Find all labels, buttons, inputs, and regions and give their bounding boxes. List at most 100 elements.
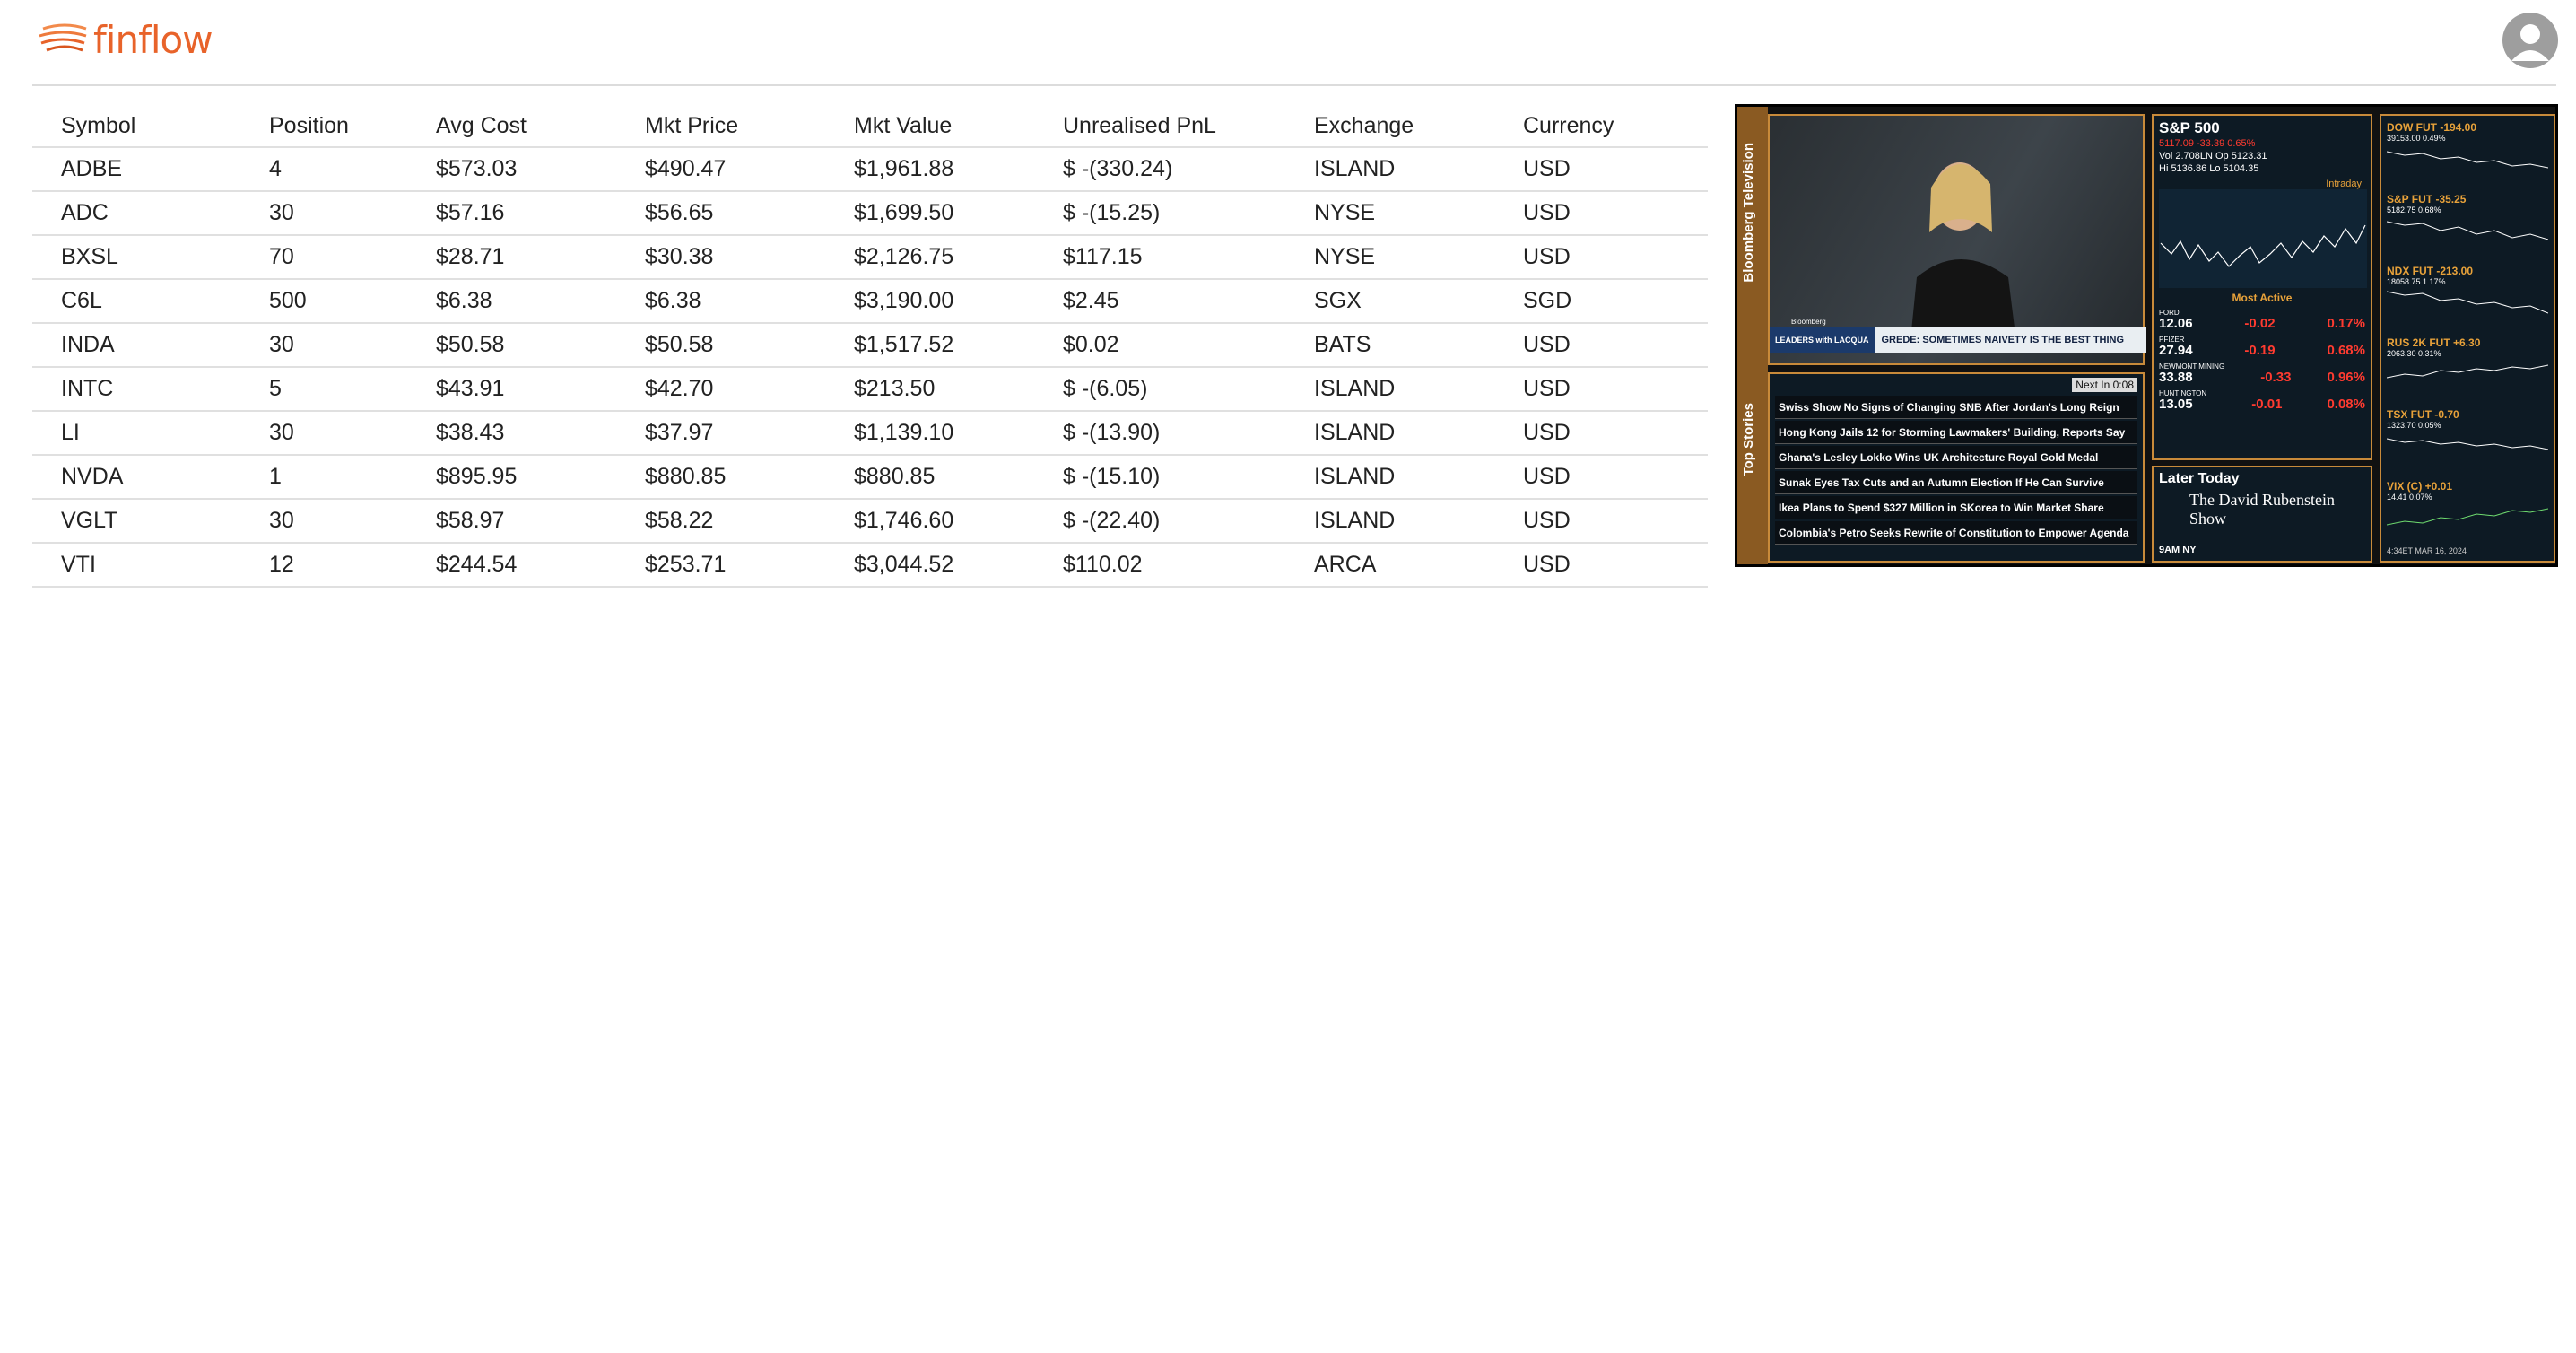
cell-exchange: ISLAND	[1285, 499, 1494, 544]
cell-avg-cost: $28.71	[407, 235, 616, 280]
table-header-row: Symbol Position Avg Cost Mkt Price Mkt V…	[32, 106, 1708, 148]
table-row[interactable]: VTI 12 $244.54 $253.71 $3,044.52 $110.02…	[32, 543, 1708, 588]
tv-stories-label: Top Stories	[1741, 403, 1756, 476]
cell-avg-cost: $58.97	[407, 499, 616, 544]
futures-item: NDX FUT -213.00 18058.75 1.17%	[2381, 259, 2554, 331]
cell-unrealised-pnl: $ -(15.10)	[1034, 455, 1285, 500]
cell-unrealised-pnl: $2.45	[1034, 279, 1285, 324]
cell-currency: USD	[1494, 455, 1708, 500]
cell-exchange: ISLAND	[1285, 367, 1494, 412]
cell-exchange: BATS	[1285, 323, 1494, 368]
most-active-row: PFIZER 27.94 -0.19 0.68%	[2154, 331, 2371, 358]
story-item: Hong Kong Jails 12 for Storming Lawmaker…	[1775, 421, 2137, 444]
cell-symbol: INTC	[32, 367, 240, 412]
column-header-position[interactable]: Position	[240, 106, 407, 148]
futures-value: 39153.00 0.49%	[2387, 134, 2446, 143]
user-avatar[interactable]	[2502, 13, 2558, 68]
cell-unrealised-pnl: $0.02	[1034, 323, 1285, 368]
cell-position: 500	[240, 279, 407, 324]
cell-currency: USD	[1494, 411, 1708, 456]
cell-symbol: C6L	[32, 279, 240, 324]
table-row[interactable]: ADBE 4 $573.03 $490.47 $1,961.88 $ -(330…	[32, 147, 1708, 192]
cell-symbol: ADBE	[32, 147, 240, 192]
column-header-exchange[interactable]: Exchange	[1285, 106, 1494, 148]
table-row[interactable]: BXSL 70 $28.71 $30.38 $2,126.75 $117.15 …	[32, 235, 1708, 280]
lower-third-brand: LEADERS with LACQUA	[1770, 327, 1875, 353]
cell-avg-cost: $43.91	[407, 367, 616, 412]
story-item: Ghana's Lesley Lokko Wins UK Architectur…	[1775, 446, 2137, 469]
futures-sparkline	[2386, 364, 2549, 379]
column-header-unrealised-pnl[interactable]: Unrealised PnL	[1034, 106, 1285, 148]
cell-mkt-price: $42.70	[616, 367, 825, 412]
futures-item: DOW FUT -194.00 39153.00 0.49%	[2381, 116, 2554, 188]
futures-value: 18058.75 1.17%	[2387, 277, 2446, 286]
cell-exchange: ISLAND	[1285, 455, 1494, 500]
column-header-mkt-value[interactable]: Mkt Value	[825, 106, 1034, 148]
next-in-timer: Next In 0:08	[2072, 378, 2137, 392]
finflow-logo[interactable]: finflow	[38, 14, 213, 65]
futures-sparkline	[2386, 221, 2549, 240]
table-row[interactable]: ADC 30 $57.16 $56.65 $1,699.50 $ -(15.25…	[32, 191, 1708, 236]
later-today-title: Later Today	[2159, 471, 2240, 486]
cell-mkt-price: $58.22	[616, 499, 825, 544]
most-active-title: Most Active	[2232, 292, 2293, 304]
active-pct: 0.68%	[2327, 343, 2365, 358]
cell-position: 30	[240, 191, 407, 236]
cell-symbol: VTI	[32, 543, 240, 588]
cell-mkt-value: $1,517.52	[825, 323, 1034, 368]
futures-value: 5182.75 0.68%	[2387, 205, 2441, 214]
table-row[interactable]: LI 30 $38.43 $37.97 $1,139.10 $ -(13.90)…	[32, 411, 1708, 456]
futures-item: S&P FUT -35.25 5182.75 0.68%	[2381, 188, 2554, 259]
header-divider	[32, 84, 2556, 86]
active-change: -0.19	[2244, 343, 2276, 358]
table-row[interactable]: INTC 5 $43.91 $42.70 $213.50 $ -(6.05) I…	[32, 367, 1708, 412]
cell-mkt-price: $880.85	[616, 455, 825, 500]
futures-item: VIX (C) +0.01 14.41 0.07%	[2381, 475, 2554, 546]
column-header-currency[interactable]: Currency	[1494, 106, 1708, 148]
lower-third-headline: GREDE: SOMETIMES NAIVETY IS THE BEST THI…	[1881, 335, 2125, 345]
column-header-mkt-price[interactable]: Mkt Price	[616, 106, 825, 148]
cell-mkt-price: $30.38	[616, 235, 825, 280]
cell-currency: USD	[1494, 543, 1708, 588]
most-active-row: FORD 12.06 -0.02 0.17%	[2154, 304, 2371, 331]
story-item: Swiss Show No Signs of Changing SNB Afte…	[1775, 396, 2137, 419]
cell-currency: USD	[1494, 235, 1708, 280]
column-header-symbol[interactable]: Symbol	[32, 106, 240, 148]
cell-mkt-value: $3,190.00	[825, 279, 1034, 324]
cell-exchange: ISLAND	[1285, 411, 1494, 456]
cell-currency: SGD	[1494, 279, 1708, 324]
futures-sparkline	[2386, 508, 2549, 526]
cell-symbol: ADC	[32, 191, 240, 236]
later-show-name: The David Rubenstein Show	[2189, 491, 2335, 528]
cell-mkt-price: $6.38	[616, 279, 825, 324]
story-item: Colombia's Petro Seeks Rewrite of Consti…	[1775, 521, 2137, 545]
cell-mkt-value: $2,126.75	[825, 235, 1034, 280]
futures-name: NDX FUT -213.00	[2387, 265, 2474, 277]
cell-mkt-price: $490.47	[616, 147, 825, 192]
cell-exchange: ISLAND	[1285, 147, 1494, 192]
sp500-panel: S&P 500 5117.09 -33.39 0.65% Vol 2.708LN…	[2152, 114, 2372, 460]
cell-currency: USD	[1494, 367, 1708, 412]
futures-name: VIX (C) +0.01	[2387, 480, 2453, 493]
cell-position: 5	[240, 367, 407, 412]
table-row[interactable]: NVDA 1 $895.95 $880.85 $880.85 $ -(15.10…	[32, 455, 1708, 500]
cell-position: 30	[240, 499, 407, 544]
cell-mkt-value: $1,746.60	[825, 499, 1034, 544]
cell-mkt-price: $50.58	[616, 323, 825, 368]
table-row[interactable]: INDA 30 $50.58 $50.58 $1,517.52 $0.02 BA…	[32, 323, 1708, 368]
news-anchor-figure	[1910, 162, 2017, 349]
table-row[interactable]: C6L 500 $6.38 $6.38 $3,190.00 $2.45 SGX …	[32, 279, 1708, 324]
most-active-row: NEWMONT MINING 33.88 -0.33 0.96%	[2154, 358, 2371, 385]
futures-value: 2063.30 0.31%	[2387, 349, 2441, 358]
cell-symbol: VGLT	[32, 499, 240, 544]
later-today-panel: Later Today The David Rubenstein Show 9A…	[2152, 466, 2372, 563]
cell-unrealised-pnl: $110.02	[1034, 543, 1285, 588]
futures-sparkline	[2386, 291, 2549, 314]
bloomberg-tv-stream[interactable]: Bloomberg Television Top Stories Bloombe…	[1735, 104, 2558, 567]
cell-position: 30	[240, 323, 407, 368]
cell-unrealised-pnl: $ -(6.05)	[1034, 367, 1285, 412]
cell-avg-cost: $50.58	[407, 323, 616, 368]
column-header-avg-cost[interactable]: Avg Cost	[407, 106, 616, 148]
cell-mkt-value: $1,139.10	[825, 411, 1034, 456]
table-row[interactable]: VGLT 30 $58.97 $58.22 $1,746.60 $ -(22.4…	[32, 499, 1708, 544]
